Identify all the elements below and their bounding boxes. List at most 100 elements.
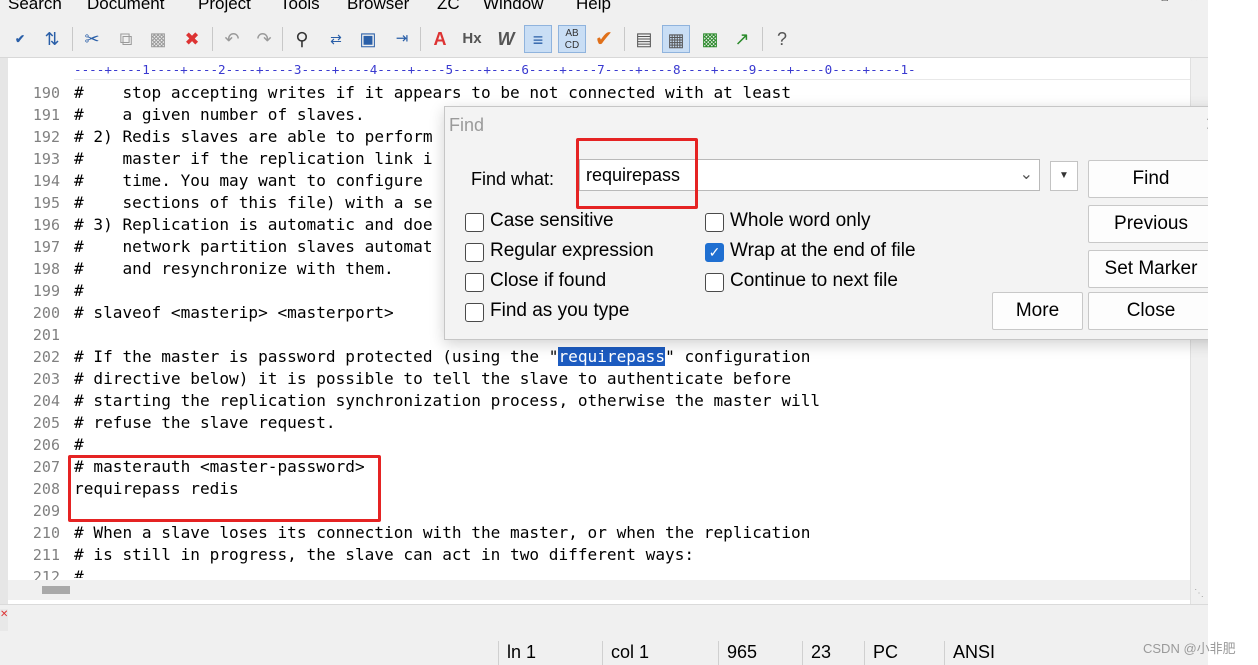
checkbox-label: Case sensitive	[490, 210, 614, 231]
status-line-format: PC	[864, 641, 940, 665]
toolbar-separator	[420, 27, 421, 51]
line-number: 200	[32, 304, 60, 322]
restore-icon[interactable]: ⧉	[1150, 0, 1178, 5]
close-window-icon[interactable]: ✕	[1180, 0, 1208, 4]
checkbox-box[interactable]	[465, 303, 484, 322]
find-in-files-icon[interactable]: ▣	[354, 25, 382, 53]
line-number: 202	[32, 348, 60, 366]
line-number: 192	[32, 128, 60, 146]
line-number: 210	[32, 524, 60, 542]
background-pane	[1208, 0, 1258, 665]
code-text-segment: # If the master is password protected (u…	[74, 347, 559, 366]
code-line: # refuse the slave request.	[74, 413, 336, 432]
status-char-count: 965	[718, 641, 798, 665]
find-icon[interactable]: ⚲	[288, 25, 316, 53]
find-button[interactable]: Find	[1088, 160, 1214, 198]
history-dropdown-button[interactable]: ▼	[1050, 161, 1078, 191]
toolbar-separator	[72, 27, 73, 51]
help-icon[interactable]: ?	[768, 25, 796, 53]
line-number: 195	[32, 194, 60, 212]
checkbox-label: Find as you type	[490, 300, 630, 321]
font-icon[interactable]: A	[426, 25, 454, 53]
status-line: ln 1	[498, 641, 598, 665]
line-number: 207	[32, 458, 60, 476]
line-number: 197	[32, 238, 60, 256]
more-button[interactable]: More	[992, 292, 1083, 330]
replace-icon[interactable]: ⇄	[322, 25, 350, 53]
menu-document[interactable]: Document	[87, 0, 164, 14]
delete-icon[interactable]: ✖	[178, 25, 206, 53]
toolbar-separator	[762, 27, 763, 51]
line-number: 190	[32, 84, 60, 102]
checkbox-box[interactable]	[705, 213, 724, 232]
code-line: # stop accepting writes if it appears to…	[74, 83, 792, 102]
line-number: 203	[32, 370, 60, 388]
window-controls: — ⧉ ✕	[1118, 0, 1208, 8]
toolbar-separator	[282, 27, 283, 51]
html-tidy-icon[interactable]: ⇅	[38, 25, 66, 53]
line-number: 199	[32, 282, 60, 300]
checkbox-label: Wrap at the end of file	[730, 240, 916, 261]
menu-zc[interactable]: ZC	[437, 0, 460, 14]
checkmark-icon[interactable]: ✓	[705, 243, 724, 262]
editor-window: Search Document Project Tools Browser ZC…	[0, 0, 1258, 665]
line-number: 201	[32, 326, 60, 344]
menu-tools[interactable]: Tools	[280, 0, 320, 14]
line-number: 205	[32, 414, 60, 432]
code-line: #	[74, 567, 84, 578]
indent-icon[interactable]: ≡	[524, 25, 552, 53]
checkbox-label: Continue to next file	[730, 270, 898, 291]
column-ruler: ----+----1----+----2----+----3----+----4…	[74, 60, 1190, 80]
set-marker-button[interactable]: Set Marker	[1088, 250, 1214, 288]
goto-icon[interactable]: ⇥	[388, 25, 416, 53]
checkbox-box[interactable]	[465, 243, 484, 262]
minimize-icon[interactable]: —	[1120, 0, 1148, 4]
menu-browser[interactable]: Browser	[347, 0, 409, 14]
find-what-label: Find what:	[471, 169, 555, 189]
checkbox-box[interactable]	[705, 273, 724, 292]
line-number: 206	[32, 436, 60, 454]
scrollbar-thumb[interactable]	[42, 586, 70, 594]
line-number: 208	[32, 480, 60, 498]
line-number: 191	[32, 106, 60, 124]
paste-icon[interactable]: ▩	[144, 25, 172, 53]
line-number: 196	[32, 216, 60, 234]
horizontal-scrollbar[interactable]	[8, 580, 1190, 600]
menu-search[interactable]: Search	[8, 0, 62, 14]
copy-icon[interactable]: ⧉	[112, 25, 140, 53]
line-number-gutter: 190 191 192 193 194 195 196 197 198 199 …	[8, 82, 66, 588]
undo-icon[interactable]: ↶	[218, 25, 246, 53]
chevron-down-icon[interactable]: ⌄	[1020, 164, 1033, 184]
menu-window[interactable]: Window	[483, 0, 543, 14]
toolbar: ✔ ⇅ ✂ ⧉ ▩ ✖ ↶ ↷ ⚲ ⇄ ▣ ⇥ A Hx W ≡ AB CD ✔…	[0, 20, 1208, 58]
previous-button[interactable]: Previous	[1088, 205, 1214, 243]
status-column: col 1	[602, 641, 714, 665]
column-icon[interactable]: ▤	[630, 25, 658, 53]
word-wrap-icon[interactable]: W	[492, 25, 520, 53]
watermark: CSDN @小非肥	[1143, 641, 1236, 656]
view-icon[interactable]: ▩	[696, 25, 724, 53]
checkbox-box[interactable]	[465, 273, 484, 292]
line-number: 198	[32, 260, 60, 278]
grid-icon[interactable]: ▦	[662, 25, 690, 53]
checkbox-label: Close if found	[490, 270, 607, 291]
check-icon[interactable]: ✔	[590, 25, 618, 53]
redo-icon[interactable]: ↷	[250, 25, 278, 53]
search-match-highlight: requirepass	[558, 347, 666, 366]
close-button[interactable]: Close	[1088, 292, 1214, 330]
menu-project[interactable]: Project	[198, 0, 251, 14]
checkbox-label: Regular expression	[490, 240, 654, 261]
annotation-box	[576, 138, 698, 209]
status-encoding: ANSI	[944, 641, 1074, 665]
sort-icon[interactable]: AB CD	[558, 25, 586, 53]
cut-icon[interactable]: ✂	[78, 25, 106, 53]
hex-icon[interactable]: Hx	[458, 25, 486, 53]
annotation-box	[68, 455, 381, 522]
menu-help[interactable]: Help	[576, 0, 611, 14]
line-number: 211	[32, 546, 60, 564]
find-dialog: Find ✕ Find what: requirepass ⌄ ▼ Case s…	[444, 106, 1235, 340]
checkbox-box[interactable]	[465, 213, 484, 232]
code-line: #	[74, 435, 84, 454]
spellcheck-icon[interactable]: ✔	[6, 25, 34, 53]
export-icon[interactable]: ↗	[728, 25, 756, 53]
